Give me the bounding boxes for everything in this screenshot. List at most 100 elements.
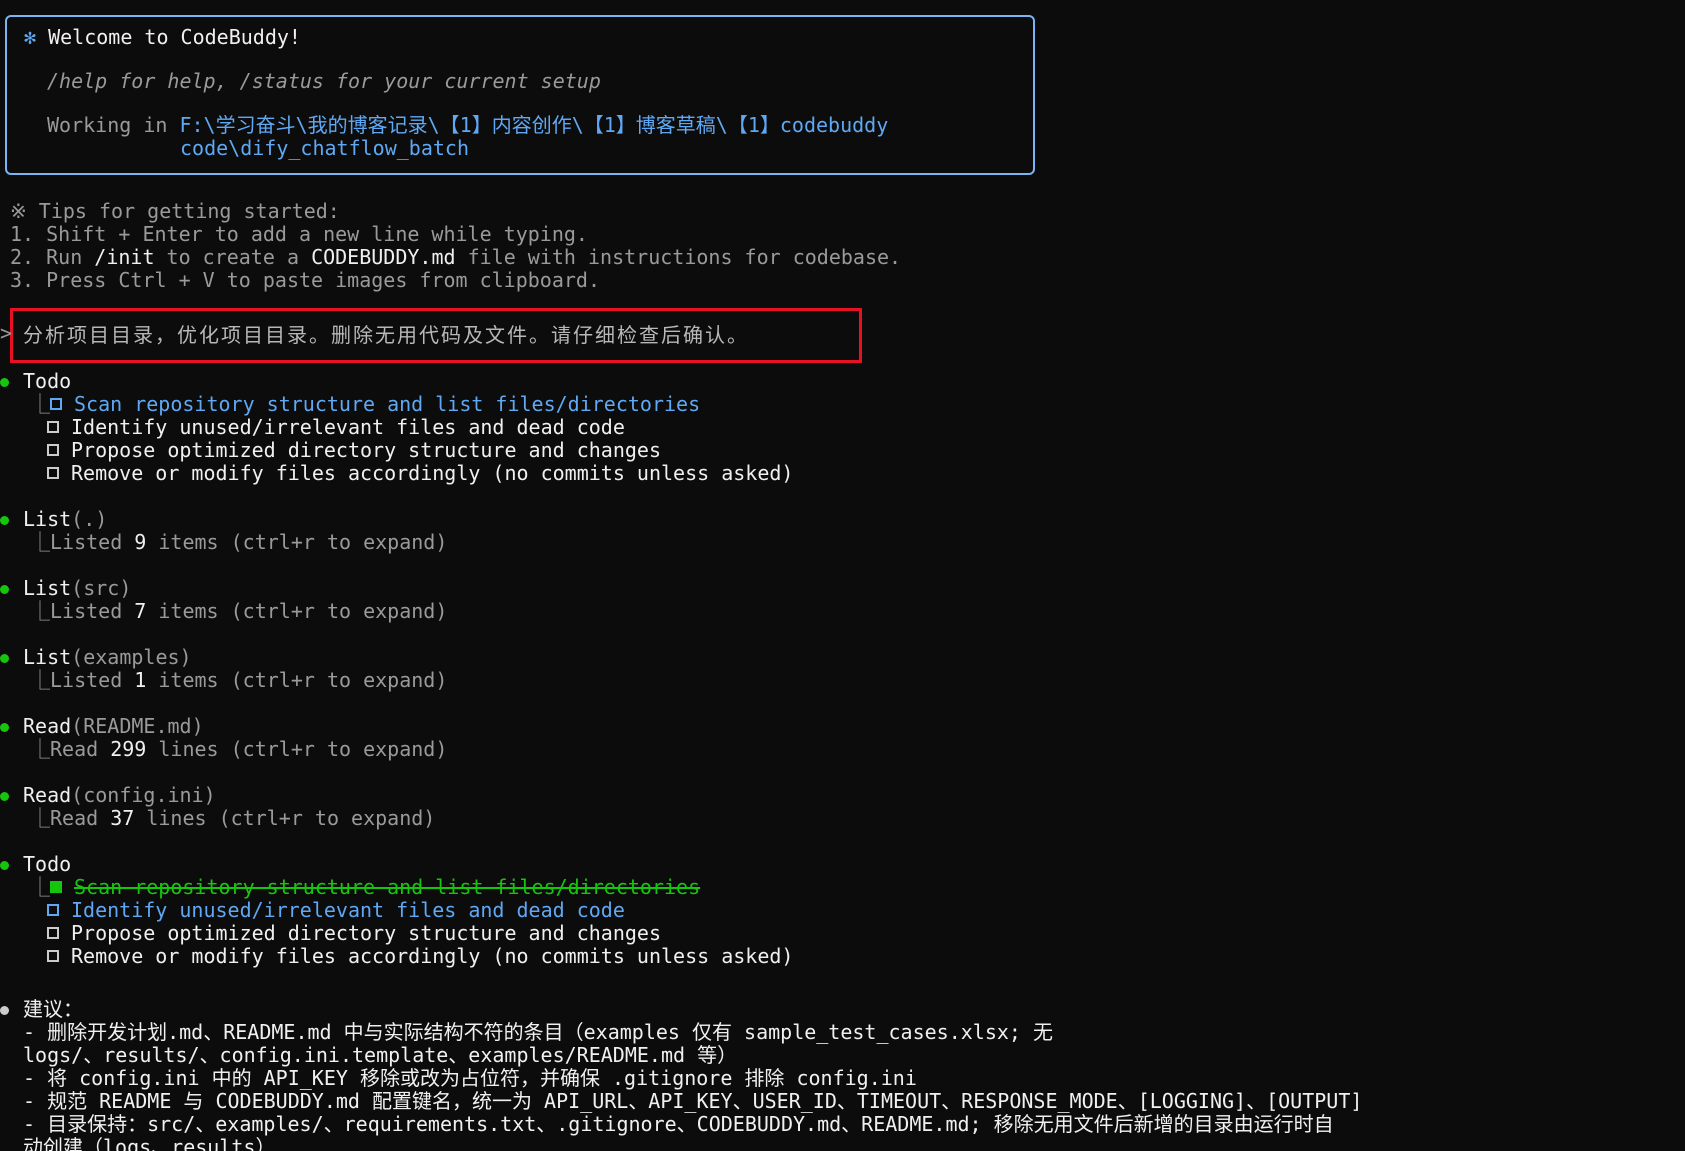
- tool-result[interactable]: ⎿Listed 1 items (ctrl+r to expand): [30, 669, 447, 692]
- todo-item-label: Remove or modify files accordingly (no c…: [71, 461, 794, 485]
- tool-result[interactable]: ⎿Read 37 lines (ctrl+r to expand): [30, 807, 435, 830]
- tool-call: Read(README.md): [23, 715, 204, 738]
- prompt-caret: >: [0, 321, 13, 345]
- checkbox-icon: [47, 467, 59, 479]
- tool-result-suffix: items (ctrl+r to expand): [146, 599, 448, 623]
- status-dot-icon: [0, 585, 9, 594]
- tree-branch-icon: ⎿: [30, 737, 50, 761]
- tool-result-count: 9: [134, 530, 147, 554]
- init-command: /init: [94, 245, 155, 269]
- asterisk-icon: ✻: [24, 25, 37, 49]
- todo-item-label: Scan repository structure and list files…: [74, 392, 701, 416]
- todo-item: ⎿ Scan repository structure and list file…: [30, 393, 700, 416]
- tool-arg: (examples): [71, 645, 192, 669]
- status-dot-icon: [0, 723, 9, 732]
- suggestions-title: 建议：: [23, 997, 83, 1021]
- tool-arg: (.): [71, 507, 108, 531]
- status-dot-icon: [0, 792, 9, 801]
- tool-result-prefix: Read: [50, 806, 111, 830]
- tool-result-suffix: items (ctrl+r to expand): [146, 668, 448, 692]
- tool-name: List: [23, 576, 72, 600]
- welcome-title: Welcome to CodeBuddy!: [48, 25, 301, 49]
- tree-branch-icon: ⎿: [30, 392, 50, 416]
- working-dir-path: F:\学习奋斗\我的博客记录\【1】内容创作\【1】博客草稿\【1】codebu…: [179, 113, 889, 137]
- tree-branch-icon: ⎿: [30, 806, 50, 830]
- suggestion-line: - 将 config.ini 中的 API_KEY 移除或改为占位符，并确保 .…: [23, 1066, 917, 1090]
- tool-result-count: 299: [110, 737, 147, 761]
- welcome-help-text: /help for help, /status for your current…: [47, 69, 601, 93]
- codebuddy-md-file: CODEBUDDY.md: [311, 245, 456, 269]
- tool-call: List(src): [23, 577, 131, 600]
- suggestion-line: - 删除开发计划.md、README.md 中与实际结构不符的条目（exampl…: [23, 1020, 1054, 1044]
- tip-2-suffix: file with instructions for codebase.: [455, 245, 902, 269]
- tips-header: ※ Tips for getting started:: [10, 199, 340, 223]
- tool-call: Read(config.ini): [23, 784, 216, 807]
- todo-item-completed: ⎿ Scan repository structure and list file…: [30, 876, 700, 899]
- tool-result-count: 7: [134, 599, 147, 623]
- suggestion-line: logs/、results/、config.ini.template、examp…: [23, 1043, 738, 1067]
- tool-result-prefix: Listed: [50, 530, 135, 554]
- tool-result-prefix: Read: [50, 737, 111, 761]
- checkbox-icon: [47, 950, 59, 962]
- status-dot-icon: [0, 1006, 9, 1015]
- tool-result-count: 1: [134, 668, 147, 692]
- status-dot-icon: [0, 654, 9, 663]
- tip-2-prefix: 2. Run: [10, 245, 95, 269]
- tool-result-suffix: lines (ctrl+r to expand): [134, 806, 436, 830]
- tool-result-prefix: Listed: [50, 599, 135, 623]
- status-dot-icon: [0, 378, 9, 387]
- tool-arg: (src): [71, 576, 132, 600]
- tool-result-count: 37: [110, 806, 135, 830]
- tool-arg: (config.ini): [71, 783, 216, 807]
- tool-result-prefix: Listed: [50, 668, 135, 692]
- tip-3: 3. Press Ctrl + V to paste images from c…: [10, 268, 601, 292]
- tool-result-suffix: items (ctrl+r to expand): [146, 530, 448, 554]
- todo-item-label: Propose optimized directory structure an…: [71, 438, 662, 462]
- suggestion-line: - 规范 README 与 CODEBUDDY.md 配置键名，统一为 API_…: [23, 1089, 1363, 1113]
- checkbox-icon: [47, 421, 59, 433]
- todo-item: Remove or modify files accordingly (no c…: [47, 945, 793, 968]
- welcome-title-line: ✻ Welcome to CodeBuddy!: [24, 26, 301, 49]
- tool-name: Read: [23, 714, 72, 738]
- todo-item-label: Identify unused/irrelevant files and dea…: [71, 415, 625, 439]
- tool-call: List(.): [23, 508, 107, 531]
- checkbox-icon: [47, 904, 59, 916]
- tool-name: List: [23, 507, 72, 531]
- status-dot-icon: [0, 861, 9, 870]
- todo-item-label: Identify unused/irrelevant files and dea…: [71, 898, 625, 922]
- todo-item-label: Propose optimized directory structure an…: [71, 921, 662, 945]
- tool-name: List: [23, 645, 72, 669]
- tree-branch-icon: ⎿: [30, 875, 50, 899]
- suggestion-line: - 目录保持：src/、examples/、requirements.txt、.…: [23, 1112, 1334, 1136]
- tool-result[interactable]: ⎿Listed 7 items (ctrl+r to expand): [30, 600, 447, 623]
- todo-item-label: Remove or modify files accordingly (no c…: [71, 944, 794, 968]
- checkbox-icon: [50, 398, 62, 410]
- tool-call: List(examples): [23, 646, 192, 669]
- tool-name: Read: [23, 783, 72, 807]
- tip-1: 1. Shift + Enter to add a new line while…: [10, 222, 588, 246]
- todo-item: Remove or modify files accordingly (no c…: [47, 462, 793, 485]
- working-dir-label: Working in: [47, 113, 180, 137]
- user-prompt-text[interactable]: 分析项目目录，优化项目目录。删除无用代码及文件。请仔细检查后确认。: [23, 324, 749, 347]
- tool-arg: (README.md): [71, 714, 204, 738]
- suggestion-line: 动创建（logs、results）: [23, 1135, 276, 1151]
- todo-title: Todo: [23, 369, 72, 393]
- tip-2: 2. Run /init to create a CODEBUDDY.md fi…: [10, 246, 901, 269]
- todo-title: Todo: [23, 852, 72, 876]
- tree-branch-icon: ⎿: [30, 530, 50, 554]
- tool-result[interactable]: ⎿Listed 9 items (ctrl+r to expand): [30, 531, 447, 554]
- tool-result[interactable]: ⎿Read 299 lines (ctrl+r to expand): [30, 738, 447, 761]
- checkbox-icon: [47, 444, 59, 456]
- todo-item-label: Scan repository structure and list files…: [74, 875, 701, 899]
- checked-box-icon: [50, 881, 62, 893]
- checkbox-icon: [47, 927, 59, 939]
- working-dir-path-cont: code\dify_chatflow_batch: [180, 136, 469, 160]
- todo-item: Propose optimized directory structure an…: [47, 439, 661, 462]
- status-dot-icon: [0, 516, 9, 525]
- todo-item: Propose optimized directory structure an…: [47, 922, 661, 945]
- tip-2-mid: to create a: [154, 245, 312, 269]
- tool-result-suffix: lines (ctrl+r to expand): [146, 737, 448, 761]
- todo-item: Identify unused/irrelevant files and dea…: [47, 416, 625, 439]
- terminal-window: ✻ Welcome to CodeBuddy! /help for help, …: [0, 0, 1685, 1151]
- working-dir-line: Working in F:\学习奋斗\我的博客记录\【1】内容创作\【1】博客草…: [47, 114, 888, 137]
